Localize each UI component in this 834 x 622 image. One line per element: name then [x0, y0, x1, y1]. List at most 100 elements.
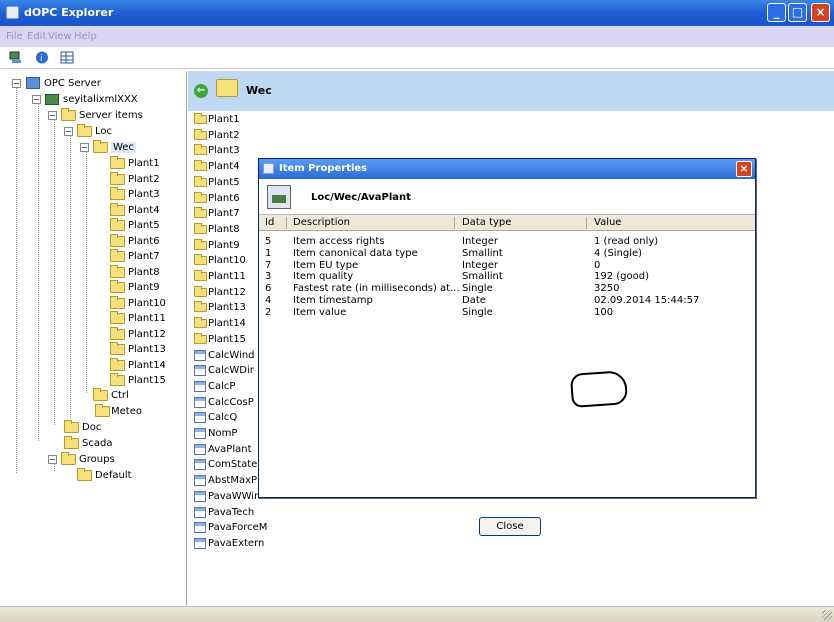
resize-grip[interactable]: [822, 610, 832, 620]
folder-icon: [194, 175, 207, 187]
tag-item-icon: [194, 443, 206, 455]
tag-item-icon: [194, 506, 206, 518]
folder-icon: [110, 295, 125, 309]
property-data-type: Single: [462, 306, 493, 318]
dialog-title: Item Properties: [279, 163, 368, 174]
folder-icon: [110, 264, 125, 278]
property-description: Item canonical data type: [293, 247, 418, 259]
folder-open-icon: [216, 79, 238, 97]
tag-item-icon: [194, 537, 206, 549]
property-description: Item access rights: [293, 236, 385, 247]
folder-icon: [194, 222, 207, 234]
grid-icon[interactable]: [60, 51, 74, 64]
tag-item-icon: [194, 365, 206, 377]
folder-icon: [110, 187, 125, 200]
folder-icon: [110, 326, 125, 340]
property-data-type: Integer: [462, 236, 498, 247]
item-path: Loc/Wec/AvaPlant: [311, 192, 411, 203]
property-description: Item quality: [293, 271, 354, 283]
folder-icon: [110, 156, 125, 169]
col-header-value[interactable]: Value: [594, 217, 621, 228]
folder-icon: [110, 233, 125, 247]
menu-file[interactable]: File: [6, 31, 23, 42]
col-header-description[interactable]: Description: [293, 217, 350, 228]
folder-icon: [110, 218, 125, 231]
tag-item-icon: [194, 490, 206, 502]
tree-pane[interactable]: − OPC Server − seyitalixmlXXX − Server i…: [0, 71, 187, 606]
close-button[interactable]: Close: [479, 517, 541, 536]
back-arrow-icon[interactable]: ←: [194, 84, 208, 98]
folder-icon: [194, 317, 207, 329]
folder-icon: [110, 171, 125, 185]
col-header-id[interactable]: Id: [265, 217, 274, 228]
tag-item-icon: [194, 380, 206, 392]
folder-icon: [194, 270, 207, 281]
property-row[interactable]: 2 Item value Single 100: [259, 306, 755, 320]
folder-icon: [95, 404, 110, 417]
folder-icon: [110, 280, 125, 293]
properties-table-header: Id Description Data type Value: [259, 215, 755, 231]
property-id: 6: [265, 283, 272, 295]
folder-icon: [194, 332, 207, 344]
folder-icon: [194, 207, 207, 219]
path-bar: ← Wec: [188, 71, 834, 111]
toolbar: i: [0, 47, 834, 69]
property-data-type: Single: [462, 283, 493, 295]
folder-icon: [194, 285, 207, 297]
tag-item-icon: [194, 349, 206, 361]
menu-help[interactable]: Help: [74, 31, 97, 42]
dialog-header: Loc/Wec/AvaPlant: [259, 179, 755, 215]
menubar: File Edit View Help: [0, 26, 834, 47]
folder-icon: [110, 342, 125, 355]
property-value: 1 (read only): [594, 236, 659, 247]
server-icon: [26, 77, 40, 89]
folder-icon: [77, 468, 92, 481]
menu-view[interactable]: View: [48, 31, 72, 42]
property-id: 3: [265, 271, 272, 283]
property-description: Item timestamp: [293, 295, 373, 306]
info-icon[interactable]: i: [35, 51, 49, 64]
tag-item-icon: [194, 522, 206, 534]
folder-icon: [194, 160, 207, 172]
maximize-button[interactable]: □: [788, 3, 807, 22]
property-id: 1: [265, 247, 272, 259]
dialog-titlebar: Item Properties ×: [259, 159, 755, 179]
folder-icon: [194, 191, 207, 203]
folder-icon: [194, 113, 207, 124]
property-id: 5: [265, 236, 272, 247]
property-data-type: Integer: [462, 259, 498, 271]
minimize-button[interactable]: _: [767, 3, 786, 22]
tag-item-icon: [194, 428, 206, 439]
property-description: Fastest rate (in milliseconds) at...: [293, 283, 460, 295]
folder-icon: [110, 311, 125, 324]
dialog-close-icon[interactable]: ×: [736, 161, 752, 177]
folder-icon: [194, 301, 207, 313]
folder-icon: [64, 436, 79, 449]
folder-icon: [110, 357, 125, 371]
statusbar: [0, 606, 834, 622]
tag-item-icon: [194, 396, 206, 408]
dialog-app-icon: [263, 163, 274, 174]
property-id: 4: [265, 295, 272, 306]
svg-text:i: i: [40, 54, 43, 64]
col-header-data-type[interactable]: Data type: [462, 217, 511, 228]
folder-icon: [110, 373, 125, 386]
close-window-button[interactable]: ×: [811, 3, 830, 22]
folder-icon: [64, 420, 79, 433]
highlight-circle-annotation: [569, 370, 629, 408]
menu-edit[interactable]: Edit: [27, 31, 46, 42]
property-value: 02.09.2014 15:44:57: [594, 295, 700, 306]
folder-icon: [194, 238, 207, 250]
tag-item-icon: [194, 459, 206, 471]
property-value: 0: [594, 259, 601, 271]
folder-icon: [110, 202, 125, 216]
folder-icon: [61, 108, 76, 121]
connect-icon[interactable]: [9, 51, 23, 64]
property-data-type: Date: [462, 295, 486, 306]
item-properties-dialog: Item Properties × Loc/Wec/AvaPlant Id De…: [258, 158, 756, 536]
folder-icon: [194, 254, 207, 266]
folder-icon: [93, 388, 108, 401]
property-description: Item EU type: [293, 259, 359, 271]
tag-item-icon: [194, 475, 206, 487]
property-value: 100: [594, 306, 614, 318]
